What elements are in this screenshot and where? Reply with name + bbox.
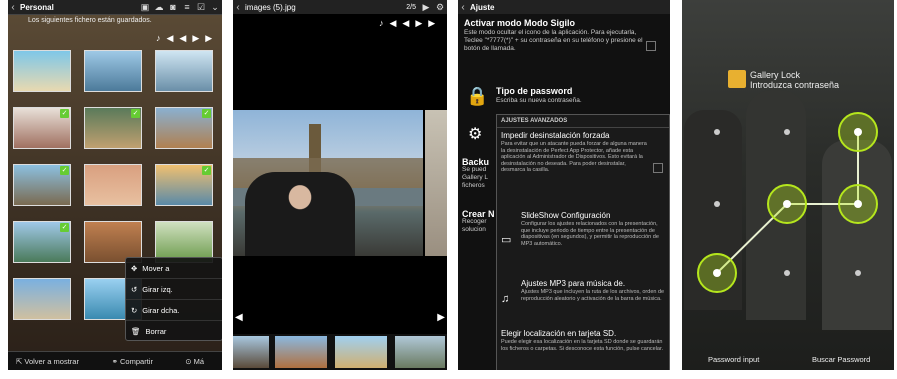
prevent-uninstall-setting[interactable]: Impedir desinstalación forzada Para evit… [501,131,651,174]
settings-icon[interactable]: ⚙ [433,2,447,13]
back-icon[interactable]: ‹ [458,2,468,13]
music-icon: ♫ [501,293,510,305]
image-counter: 2/5 [406,3,416,11]
image-viewer-screen: ‹ images (5).jpg 2/5 ▶ ⚙ ♪◀◀▶▶ ◀ ▶ [233,0,447,370]
find-password-button[interactable]: Buscar Password [812,355,870,364]
menu-item-move[interactable]: ✥ Mover a [126,258,222,279]
next-photo-peek[interactable] [425,110,447,256]
rotate-right-icon: ↻ [131,305,138,315]
action-bar: ‹ images (5).jpg 2/5 ▶ ⚙ [233,0,447,15]
photo-thumb[interactable]: ✓ [155,107,213,149]
photo-thumb[interactable]: ✓ [13,107,71,149]
filmstrip-thumb[interactable] [233,336,269,368]
photo-thumb[interactable] [13,50,71,92]
more-button[interactable]: ⊙ Má [185,357,222,366]
camera-icon[interactable]: ◙ [166,2,180,12]
create-setting-partial[interactable]: Crear N Recoger solucion [462,210,495,234]
check-icon: ✓ [202,166,211,175]
settings-screen: ‹ Ajuste Activar modo Modo Sigilo Este m… [458,0,670,370]
folder-title: Personal [20,2,54,12]
check-icon: ✓ [60,223,69,232]
saved-hint: Los siguientes fichero están guardados. [28,17,152,24]
advanced-settings-dialog: AJUSTES AVANZADOS Impedir desinstalación… [496,114,670,370]
check-icon: ✓ [60,166,69,175]
slideshow-icon: ▭ [501,234,512,246]
stealth-mode-checkbox[interactable] [646,41,656,51]
photo-thumb[interactable]: ✓ [84,107,142,149]
more-icon[interactable]: ⌄ [208,2,222,13]
pattern-dot[interactable] [784,129,790,135]
pattern-lock[interactable] [682,0,894,370]
password-input-button[interactable]: Password input [708,355,759,364]
filmstrip [233,334,447,370]
menu-item-rotate-right[interactable]: ↻ Girar dcha. [126,300,222,321]
action-bar: ‹ Ajuste [458,0,670,15]
slideshow-icon[interactable]: ▶ [419,2,433,13]
photo-thumb[interactable]: ✓ [13,164,71,206]
check-icon: ✓ [131,109,140,118]
unhide-button[interactable]: ⇱ Volver a mostrar [8,357,112,366]
password-type-setting[interactable]: Tipo de password Escriba su nueva contra… [496,86,650,105]
mp3-settings[interactable]: Ajustes MP3 para música de. Ajustes MP3 … [521,279,665,302]
move-icon: ✥ [131,263,138,273]
pattern-dot-active[interactable] [697,253,737,293]
lock-icon: 🔒 [466,86,489,106]
stealth-mode-setting[interactable]: Activar modo Modo Sigilo Este modo ocult… [464,18,650,53]
select-icon[interactable]: ☑ [194,2,208,13]
filmstrip-thumb[interactable] [275,336,327,368]
music-controls[interactable]: ♪◀◀▶▶ [156,33,218,44]
next-arrow-icon[interactable]: ▶ [437,312,445,323]
music-controls[interactable]: ♪◀◀▶▶ [379,18,441,29]
slideshow-config-setting[interactable]: SlideShow Configuración Configurar los a… [521,211,665,247]
check-icon: ✓ [60,109,69,118]
dialog-title: AJUSTES AVANZADOS [497,115,669,128]
more-circle-icon: ⊙ [185,356,194,366]
backup-setting-partial[interactable]: Backu Se pued Gallery L ficheros [462,158,489,190]
people-group [245,172,355,256]
photo-thumb[interactable]: ✓ [155,164,213,206]
back-icon[interactable]: ‹ [233,2,243,13]
photo-thumb[interactable]: ✓ [13,221,71,263]
main-photo[interactable] [233,110,423,256]
cloud-icon[interactable]: ☁ [152,2,166,13]
share-button[interactable]: ⚭ Compartir [112,357,186,366]
image-filename: images (5).jpg [245,2,296,12]
photo-thumb[interactable] [84,164,142,206]
prevent-uninstall-checkbox[interactable] [653,163,663,173]
rotate-left-icon: ↺ [131,284,138,294]
pattern-dot-active[interactable] [767,184,807,224]
gear-icon: ⚙ [468,126,483,143]
pattern-dot[interactable] [714,201,720,207]
lock-screen: Gallery Lock Introduzca contraseña Passw… [682,0,894,370]
pattern-dot[interactable] [784,270,790,276]
menu-item-rotate-left[interactable]: ↺ Girar izq. [126,279,222,300]
bottom-bar: ⇱ Volver a mostrar ⚭ Compartir ⊙ Má [8,351,222,370]
photo-thumb[interactable] [13,278,71,320]
back-icon[interactable]: ‹ [8,2,18,13]
pattern-dot-active[interactable] [838,112,878,152]
trash-icon: 🗑 [131,326,141,336]
share-icon: ⚭ [111,356,121,366]
pattern-dot[interactable] [855,270,861,276]
filmstrip-thumb[interactable] [395,336,445,368]
image-icon[interactable]: ▣ [138,2,152,13]
settings-title: Ajuste [470,2,495,12]
sort-icon[interactable]: ≡ [180,2,194,12]
pattern-dot-active[interactable] [838,184,878,224]
check-icon: ✓ [202,109,211,118]
action-bar: ‹ Personal ▣ ☁ ◙ ≡ ☑ ⌄ [8,0,222,15]
sd-location-setting[interactable]: Elegir localización en tarjeta SD. Puede… [501,329,665,352]
filmstrip-thumb[interactable] [335,336,387,368]
context-menu: ✥ Mover a ↺ Girar izq. ↻ Girar dcha. 🗑 Borra… [125,257,222,341]
photo-thumb[interactable] [84,50,142,92]
prev-arrow-icon[interactable]: ◀ [235,312,243,323]
photo-thumb[interactable] [155,50,213,92]
gallery-screen: ‹ Personal ▣ ☁ ◙ ≡ ☑ ⌄ Los siguientes fi… [8,0,222,370]
pattern-dot[interactable] [714,129,720,135]
menu-item-delete[interactable]: 🗑 Borrar [126,321,222,341]
